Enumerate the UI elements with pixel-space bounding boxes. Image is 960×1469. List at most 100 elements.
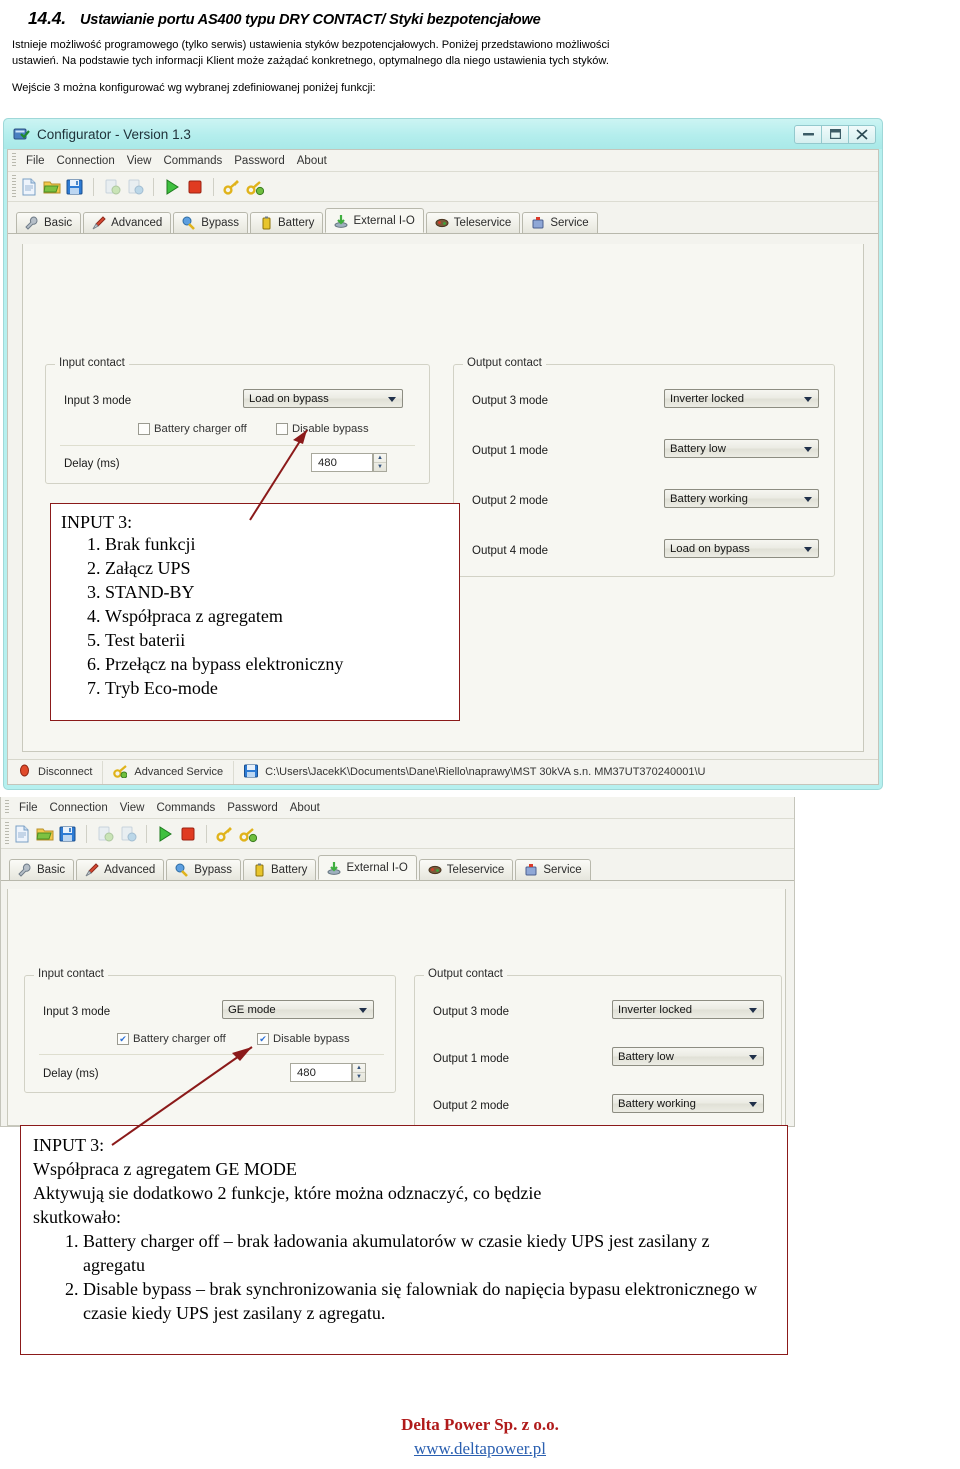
save-disk-icon-status: [244, 764, 259, 781]
output2-mode-value-1: Battery working: [670, 492, 748, 505]
key-add-icon[interactable]: [246, 178, 265, 196]
output1-mode-combo-1[interactable]: Battery low: [664, 439, 819, 458]
tab-service[interactable]: Service: [522, 212, 598, 233]
tab-battery-2[interactable]: Battery: [243, 859, 317, 880]
tab-bypass-2[interactable]: Bypass: [166, 859, 241, 880]
toolbar-separator-3: [213, 177, 214, 196]
service-icon: [524, 863, 538, 877]
battery-icon: [252, 863, 266, 877]
battery-charger-off-checkbox-2[interactable]: [117, 1033, 129, 1045]
battery-charger-off-row-2[interactable]: Battery charger off: [117, 1033, 226, 1045]
file-path-cell-1[interactable]: C:\Users\JacekK\Documents\Dane\Riello\na…: [234, 761, 878, 784]
delay-value-2[interactable]: 480: [290, 1063, 352, 1082]
input3-mode-combo-2[interactable]: GE mode: [222, 1000, 374, 1019]
tab-battery[interactable]: Battery: [250, 212, 324, 233]
toolbar-separator: [86, 824, 87, 843]
advanced-service-button-1[interactable]: Advanced Service: [103, 760, 235, 784]
footer-website-link[interactable]: www.deltapower.pl: [0, 1437, 960, 1461]
tab-advanced-2[interactable]: Advanced: [76, 859, 165, 880]
disable-bypass-row-2[interactable]: Disable bypass: [257, 1033, 350, 1045]
config-note-text: Wejście 3 można konfigurować wg wybranej…: [12, 81, 376, 94]
tab-teleservice-2[interactable]: Teleservice: [418, 859, 514, 880]
output1-mode-combo-2[interactable]: Battery low: [612, 1047, 764, 1066]
tab-external-io-2[interactable]: External I-O: [318, 855, 417, 880]
menu-file-2[interactable]: File: [13, 802, 44, 814]
tab-basic-2[interactable]: Basic: [9, 859, 75, 880]
menu-password-2[interactable]: Password: [221, 802, 284, 814]
tab-advanced[interactable]: Advanced: [83, 212, 172, 233]
tab-basic[interactable]: Basic: [16, 212, 82, 233]
battery-charger-off-row-1[interactable]: Battery charger off: [138, 423, 247, 435]
save-disk-icon[interactable]: [66, 178, 84, 196]
new-file-icon[interactable]: [20, 178, 38, 196]
key-icon[interactable]: [223, 178, 241, 196]
stop-icon[interactable]: [186, 178, 204, 196]
output2-mode-combo-2[interactable]: Battery working: [612, 1094, 764, 1113]
spinner-down-icon-1[interactable]: ▼: [374, 463, 386, 471]
new-file-icon[interactable]: [13, 825, 31, 843]
delay-value-1[interactable]: 480: [311, 453, 373, 472]
battery-charger-off-label-2: Battery charger off: [133, 1033, 226, 1045]
output-contact-title-1: Output contact: [463, 357, 546, 369]
tab-bypass[interactable]: Bypass: [173, 212, 248, 233]
toolbar-grip[interactable]: [12, 175, 16, 198]
menu-connection[interactable]: Connection: [51, 155, 121, 167]
run-icon[interactable]: [163, 178, 181, 196]
callout1-item-1: Brak funkcji: [105, 533, 449, 557]
configurator-window-2: File Connection View Commands Password A…: [0, 797, 795, 1135]
menu-file[interactable]: File: [20, 155, 51, 167]
output2-mode-combo-1[interactable]: Battery working: [664, 489, 819, 508]
open-folder-icon[interactable]: [36, 825, 54, 843]
output4-mode-combo-1[interactable]: Load on bypass: [664, 539, 819, 558]
delay-spinner-1[interactable]: ▲ ▼: [373, 453, 387, 472]
tab-service-2[interactable]: Service: [515, 859, 591, 880]
delay-spinner-2[interactable]: ▲ ▼: [352, 1063, 366, 1082]
output3-mode-combo-1[interactable]: Inverter locked: [664, 389, 819, 408]
window-titlebar-1: Configurator - Version 1.3: [4, 119, 882, 149]
chevron-down-icon: [359, 1007, 367, 1013]
callout2-title: INPUT 3:: [33, 1135, 105, 1155]
menu-about-2[interactable]: About: [284, 802, 326, 814]
disconnect-button-1[interactable]: Disconnect: [8, 760, 104, 784]
close-button[interactable]: [848, 124, 876, 144]
disable-bypass-row-1[interactable]: Disable bypass: [276, 423, 369, 435]
menu-commands[interactable]: Commands: [157, 155, 228, 167]
menu-connection-2[interactable]: Connection: [44, 802, 114, 814]
stop-icon[interactable]: [179, 825, 197, 843]
disconnect-label-1: Disconnect: [38, 766, 93, 778]
toolbar-separator-3: [206, 824, 207, 843]
spinner-up-icon-2[interactable]: ▲: [353, 1064, 365, 1073]
save-disk-icon[interactable]: [59, 825, 77, 843]
toolbar-grip-2[interactable]: [5, 822, 9, 845]
menu-about[interactable]: About: [291, 155, 333, 167]
menubar-grip[interactable]: [12, 153, 16, 168]
tab-teleservice[interactable]: Teleservice: [425, 212, 521, 233]
input-group-divider-1: [60, 445, 415, 446]
tab-external-io-label: External I-O: [353, 214, 415, 227]
menu-password[interactable]: Password: [228, 155, 291, 167]
key-add-icon[interactable]: [239, 825, 258, 843]
run-icon[interactable]: [156, 825, 174, 843]
output3-mode-combo-2[interactable]: Inverter locked: [612, 1000, 764, 1019]
spinner-up-icon-1[interactable]: ▲: [374, 454, 386, 463]
chevron-down-icon: [749, 1054, 757, 1060]
delay-label-2: Delay (ms): [43, 1068, 99, 1080]
battery-charger-off-checkbox-1[interactable]: [138, 423, 150, 435]
key-icon[interactable]: [216, 825, 234, 843]
menu-view-2[interactable]: View: [114, 802, 151, 814]
output2-mode-label-2: Output 2 mode: [433, 1100, 510, 1112]
minimize-button[interactable]: [794, 124, 822, 144]
maximize-button[interactable]: [821, 124, 849, 144]
download-icon: [126, 178, 144, 196]
disable-bypass-checkbox-2[interactable]: [257, 1033, 269, 1045]
tab-service-label: Service: [550, 217, 589, 229]
open-folder-icon[interactable]: [43, 178, 61, 196]
tab-external-io[interactable]: External I-O: [325, 208, 424, 233]
tab-bypass-label: Bypass: [201, 217, 239, 229]
disable-bypass-checkbox-1[interactable]: [276, 423, 288, 435]
menu-view[interactable]: View: [121, 155, 158, 167]
spinner-down-icon-2[interactable]: ▼: [353, 1073, 365, 1081]
menu-commands-2[interactable]: Commands: [150, 802, 221, 814]
input3-mode-combo-1[interactable]: Load on bypass: [243, 389, 403, 408]
menubar-grip-2[interactable]: [5, 800, 9, 815]
